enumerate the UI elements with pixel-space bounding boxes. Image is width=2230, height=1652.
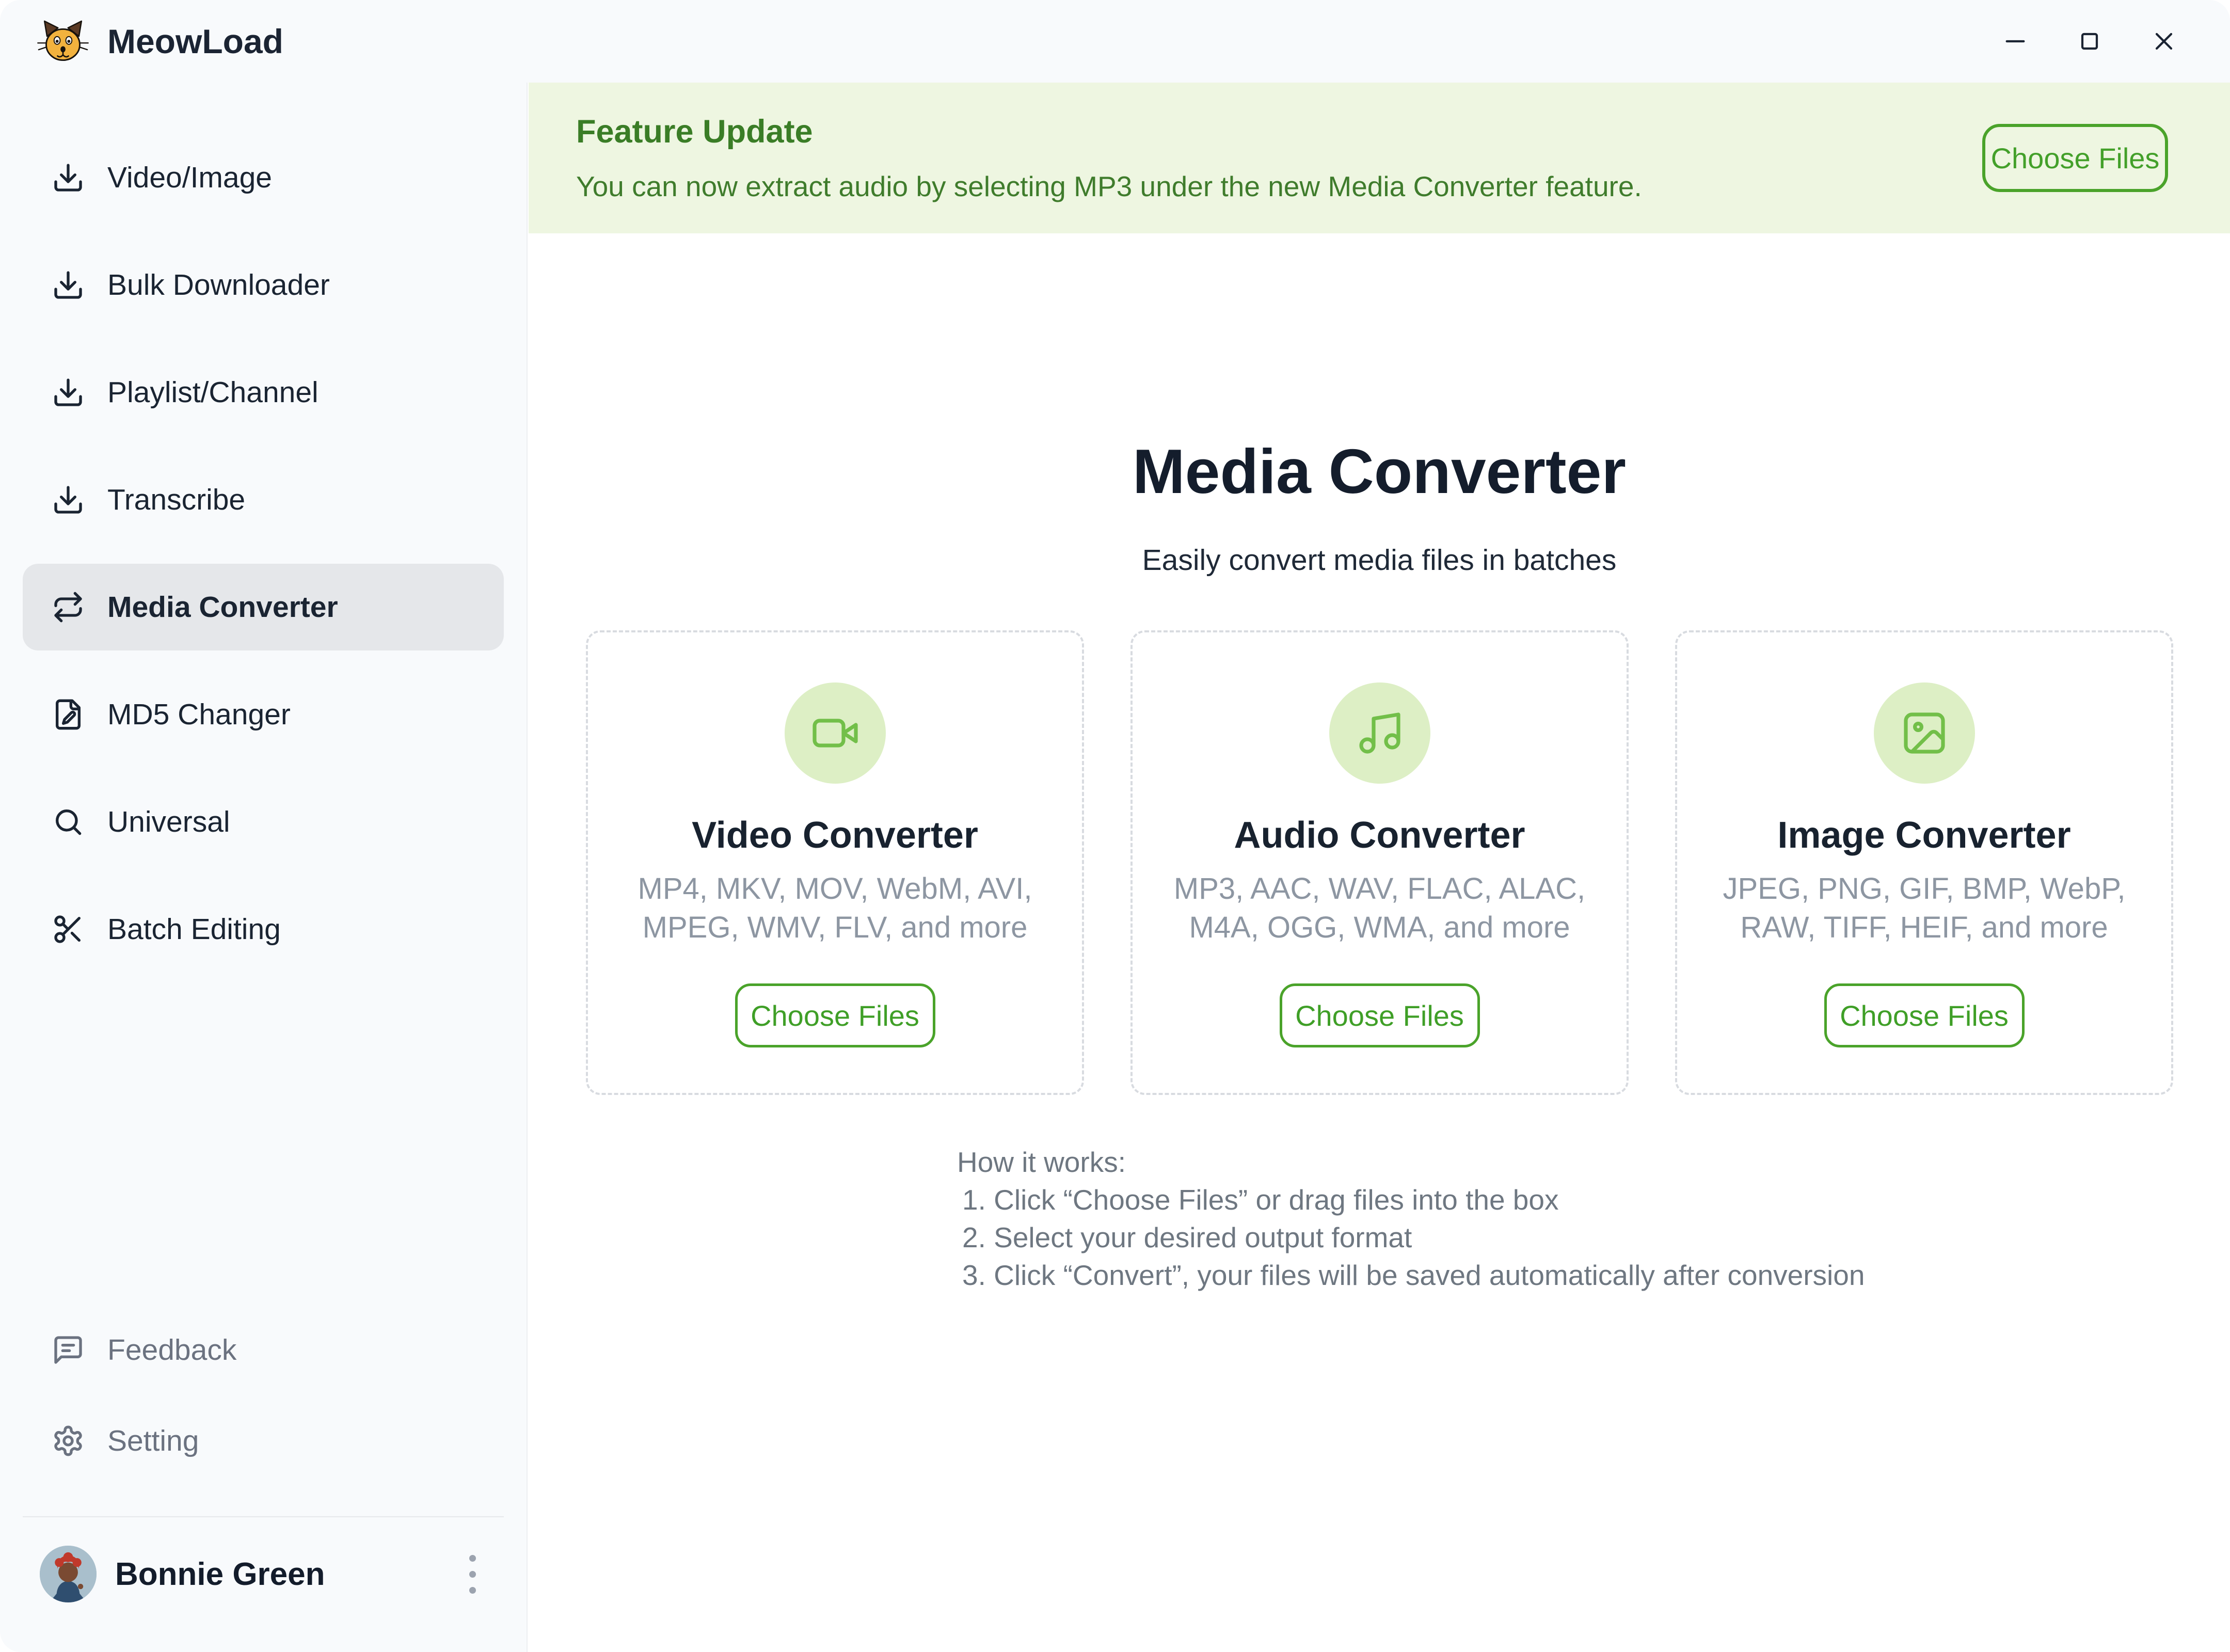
card-formats: MP4, MKV, MOV, WebM, AVI, MPEG, WMV, FLV… — [624, 869, 1047, 947]
gear-icon — [52, 1424, 85, 1457]
search-icon — [52, 805, 85, 838]
app-window: MeowLoad Video/Image Bulk Downloader — [0, 0, 2230, 1652]
banner-choose-files-button[interactable]: Choose Files — [1982, 124, 2168, 192]
window-controls — [2001, 27, 2230, 56]
avatar — [40, 1546, 97, 1602]
sidebar-footer: Feedback Setting — [23, 1307, 504, 1488]
sidebar-item-bulk-downloader[interactable]: Bulk Downloader — [23, 242, 504, 328]
video-icon-circle — [785, 682, 886, 784]
sidebar-item-video-image[interactable]: Video/Image — [23, 134, 504, 221]
sidebar-item-label: Playlist/Channel — [107, 375, 318, 409]
card-title: Video Converter — [692, 814, 978, 857]
sidebar-item-media-converter[interactable]: Media Converter — [23, 564, 504, 650]
sidebar-item-label: MD5 Changer — [107, 697, 291, 732]
minimize-icon[interactable] — [2001, 27, 2030, 56]
sidebar-item-feedback[interactable]: Feedback — [23, 1307, 504, 1393]
comment-icon — [52, 1333, 85, 1367]
page-subtitle: Easily convert media files in batches — [529, 543, 2230, 577]
sidebar-item-label: Universal — [107, 805, 230, 839]
sidebar-item-md5-changer[interactable]: MD5 Changer — [23, 671, 504, 758]
sidebar-item-label: Media Converter — [107, 590, 338, 624]
download-icon — [52, 268, 85, 301]
card-title: Audio Converter — [1234, 814, 1525, 857]
download-icon — [52, 376, 85, 409]
close-icon[interactable] — [2149, 27, 2178, 56]
image-choose-files-button[interactable]: Choose Files — [1824, 983, 2025, 1047]
download-icon — [52, 483, 85, 516]
card-formats: MP3, AAC, WAV, FLAC, ALAC, M4A, OGG, WMA… — [1168, 869, 1591, 947]
image-icon — [1900, 708, 1949, 758]
kebab-menu-icon[interactable] — [464, 1550, 481, 1599]
cat-logo-icon — [36, 14, 90, 68]
image-converter-card[interactable]: Image Converter JPEG, PNG, GIF, BMP, Web… — [1675, 630, 2173, 1095]
card-title: Image Converter — [1777, 814, 2070, 857]
download-icon — [52, 161, 85, 194]
how-it-works: How it works: 1. Click “Choose Files” or… — [957, 1143, 1865, 1294]
app-title: MeowLoad — [107, 22, 283, 61]
titlebar: MeowLoad — [0, 0, 2230, 83]
audio-choose-files-button[interactable]: Choose Files — [1280, 983, 1480, 1047]
main-area: Feature Update You can now extract audio… — [529, 83, 2230, 1652]
sidebar-item-transcribe[interactable]: Transcribe — [23, 456, 504, 543]
how-it-works-step: 1. Click “Choose Files” or drag files in… — [957, 1181, 1865, 1219]
image-icon-circle — [1874, 682, 1975, 784]
sidebar-item-label: Setting — [107, 1424, 199, 1458]
video-choose-files-button[interactable]: Choose Files — [735, 983, 935, 1047]
how-it-works-step: 2. Select your desired output format — [957, 1219, 1865, 1257]
sidebar-item-label: Transcribe — [107, 483, 245, 517]
audio-icon-circle — [1329, 682, 1430, 784]
sidebar-item-label: Bulk Downloader — [107, 268, 330, 302]
video-camera-icon — [810, 708, 860, 758]
sidebar: Video/Image Bulk Downloader Playlist/Cha… — [0, 83, 528, 1652]
sidebar-item-playlist-channel[interactable]: Playlist/Channel — [23, 349, 504, 436]
card-formats: JPEG, PNG, GIF, BMP, WebP, RAW, TIFF, HE… — [1713, 869, 2136, 947]
user-row[interactable]: Bonnie Green — [23, 1545, 504, 1603]
sidebar-divider — [23, 1516, 504, 1517]
user-name: Bonnie Green — [115, 1556, 325, 1593]
scissors-icon — [52, 913, 85, 946]
sidebar-item-label: Video/Image — [107, 161, 272, 195]
how-it-works-title: How it works: — [957, 1143, 1865, 1181]
video-converter-card[interactable]: Video Converter MP4, MKV, MOV, WebM, AVI… — [586, 630, 1084, 1095]
sidebar-nav: Video/Image Bulk Downloader Playlist/Cha… — [23, 134, 504, 993]
file-pen-icon — [52, 698, 85, 731]
page-title: Media Converter — [529, 435, 2230, 507]
sidebar-item-batch-editing[interactable]: Batch Editing — [23, 886, 504, 973]
converter-cards: Video Converter MP4, MKV, MOV, WebM, AVI… — [586, 630, 2173, 1095]
audio-converter-card[interactable]: Audio Converter MP3, AAC, WAV, FLAC, ALA… — [1130, 630, 1629, 1095]
feature-update-banner: Feature Update You can now extract audio… — [529, 83, 2230, 233]
how-it-works-step: 3. Click “Convert”, your files will be s… — [957, 1257, 1865, 1294]
sidebar-item-label: Batch Editing — [107, 912, 281, 946]
sidebar-item-label: Feedback — [107, 1333, 236, 1367]
music-note-icon — [1355, 708, 1405, 758]
sidebar-item-universal[interactable]: Universal — [23, 779, 504, 865]
maximize-icon[interactable] — [2075, 27, 2104, 56]
sidebar-item-setting[interactable]: Setting — [23, 1397, 504, 1484]
repeat-icon — [52, 591, 85, 624]
